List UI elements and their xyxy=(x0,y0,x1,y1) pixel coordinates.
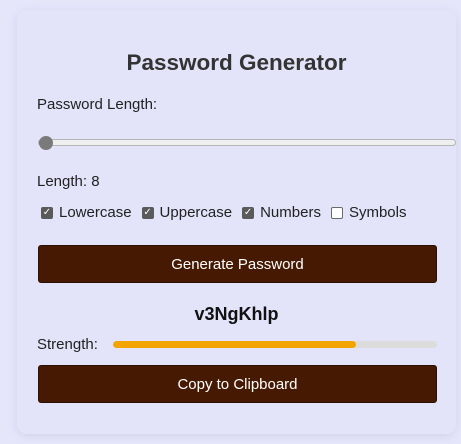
checkbox-symbols[interactable] xyxy=(330,206,343,219)
option-lowercase[interactable]: ✓ Lowercase xyxy=(41,204,132,221)
option-symbols[interactable]: Symbols xyxy=(330,204,407,221)
checkbox-uppercase[interactable]: ✓ xyxy=(141,206,154,219)
character-options: ✓ Lowercase ✓ Uppercase ✓ Numbers Symbol… xyxy=(41,204,416,221)
page-title: Password Generator xyxy=(126,50,347,75)
strength-meter xyxy=(113,341,437,348)
strength-meter-fill xyxy=(113,341,356,348)
strength-label: Strength: xyxy=(37,336,98,353)
checkbox-lowercase[interactable]: ✓ xyxy=(41,206,53,219)
generated-password: v3NgKhlp xyxy=(194,304,279,324)
password-generator-card: Password Generator Password Length: Leng… xyxy=(17,10,456,434)
length-slider[interactable] xyxy=(38,135,456,150)
checkbox-numbers[interactable]: ✓ xyxy=(242,206,255,219)
option-label: Lowercase xyxy=(59,204,132,221)
option-uppercase[interactable]: ✓ Uppercase xyxy=(141,204,233,221)
copy-to-clipboard-button[interactable]: Copy to Clipboard xyxy=(38,365,437,403)
password-length-label: Password Length: xyxy=(37,96,158,113)
option-label: Numbers xyxy=(260,204,321,221)
option-numbers[interactable]: ✓ Numbers xyxy=(242,204,321,221)
option-label: Symbols xyxy=(348,204,407,221)
length-value: Length: 8 xyxy=(37,173,100,190)
option-label: Uppercase xyxy=(159,204,233,221)
generate-password-button[interactable]: Generate Password xyxy=(38,245,437,283)
length-slider-thumb[interactable] xyxy=(39,135,53,150)
